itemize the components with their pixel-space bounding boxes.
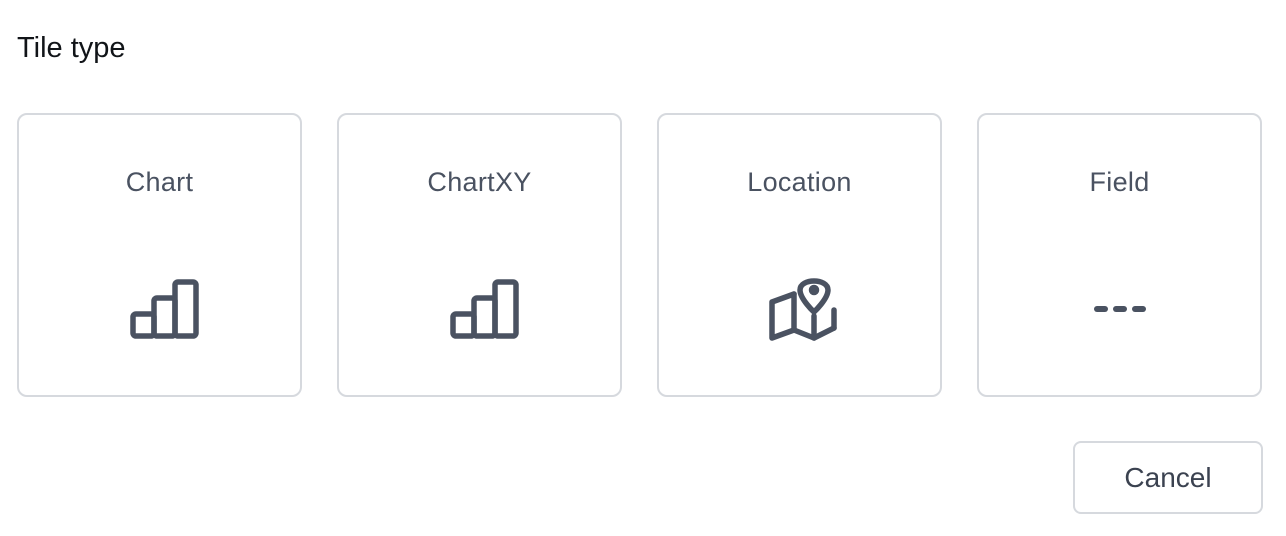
tile-label: Chart (125, 167, 194, 197)
dialog-title: Tile type (17, 32, 126, 64)
bar-chart-icon (440, 270, 520, 350)
tile-type-dialog: Tile type Chart ChartXY Location Field C… (0, 0, 1286, 536)
cancel-button[interactable]: Cancel (1073, 441, 1263, 514)
tile-label: Field (1089, 167, 1150, 197)
tile-chart[interactable]: Chart (17, 113, 302, 397)
tile-label: ChartXY (427, 167, 532, 197)
tile-chartxy[interactable]: ChartXY (337, 113, 622, 397)
map-pin-icon (760, 270, 840, 350)
dashes-icon (1080, 270, 1160, 350)
tile-location[interactable]: Location (657, 113, 942, 397)
tile-field[interactable]: Field (977, 113, 1262, 397)
tile-label: Location (747, 167, 852, 197)
bar-chart-icon (120, 270, 200, 350)
